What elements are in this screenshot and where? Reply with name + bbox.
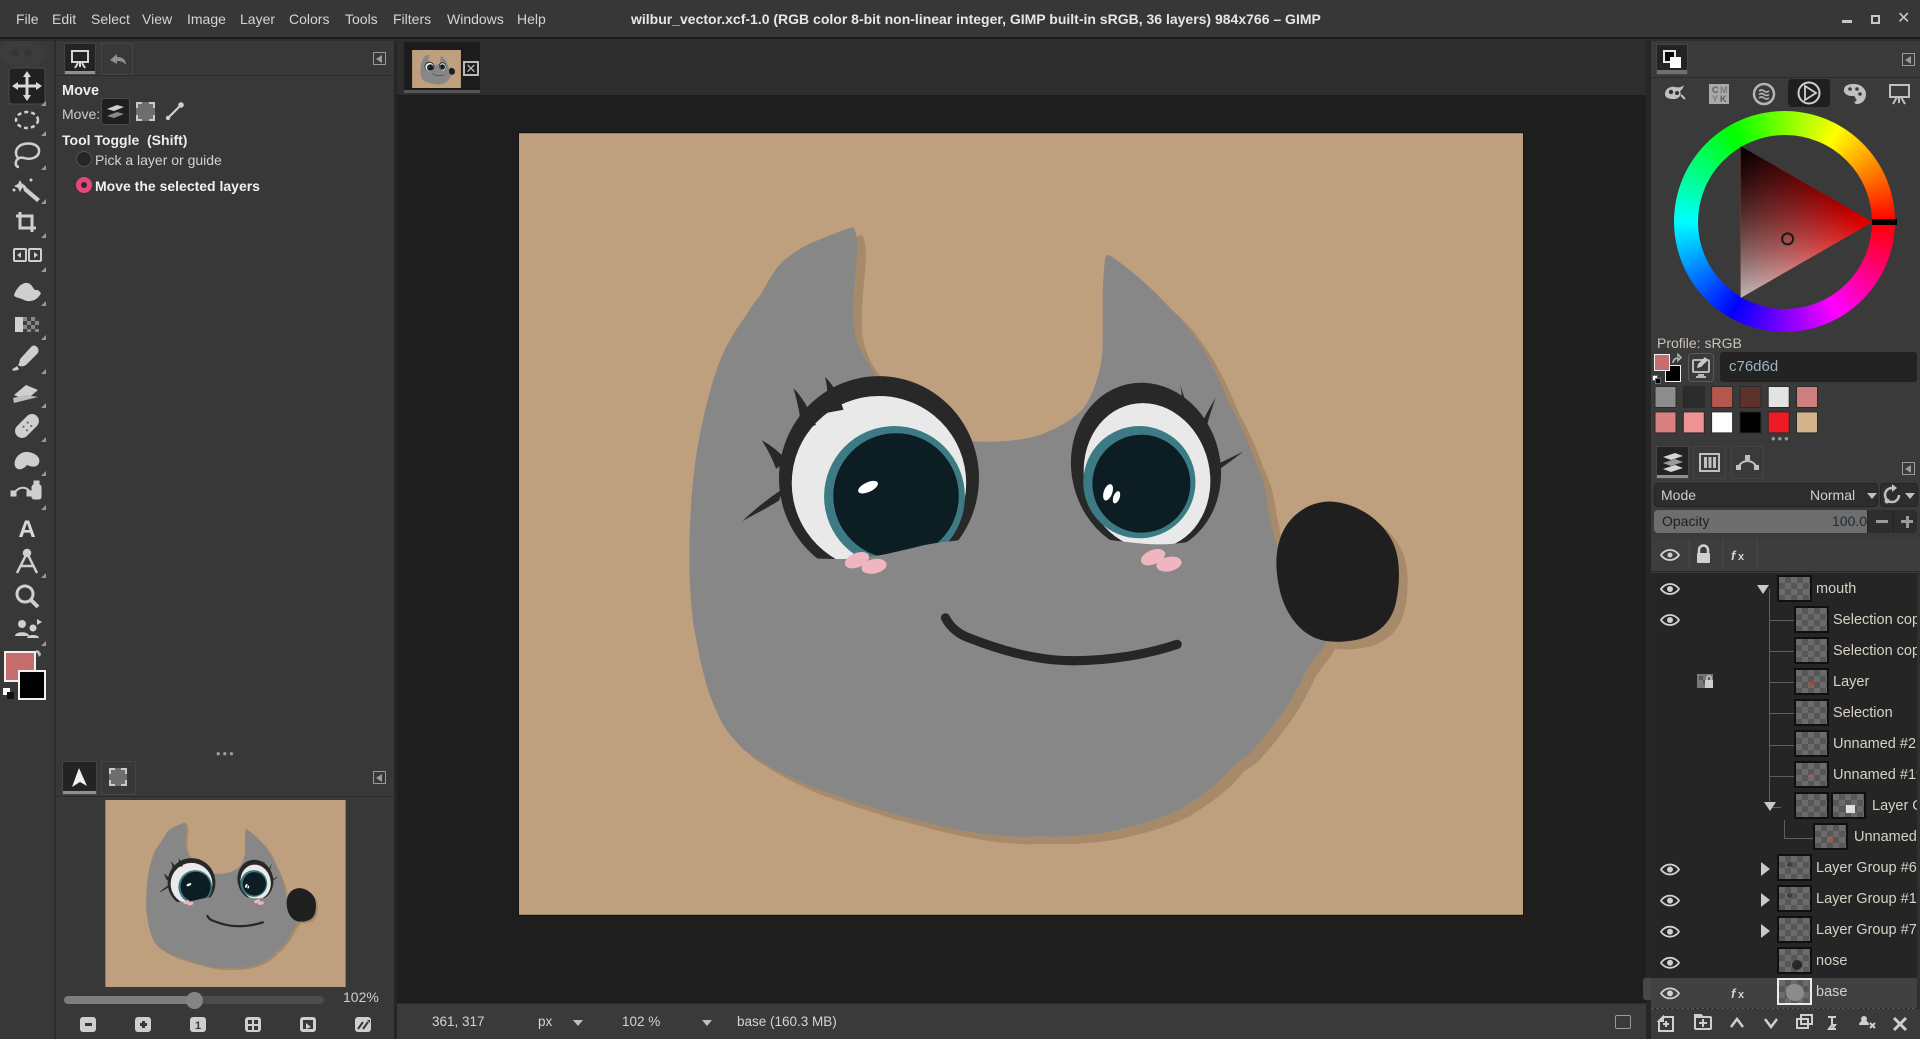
svg-text:1: 1 xyxy=(195,1020,201,1032)
svg-text:f: f xyxy=(1731,986,1737,1001)
svg-text:f: f xyxy=(1731,548,1737,563)
svg-text:x: x xyxy=(1738,989,1745,1001)
svg-text:K: K xyxy=(1720,94,1727,104)
svg-text:A: A xyxy=(18,516,35,543)
svg-text:Y: Y xyxy=(1712,94,1718,104)
svg-text:x: x xyxy=(1738,551,1745,563)
